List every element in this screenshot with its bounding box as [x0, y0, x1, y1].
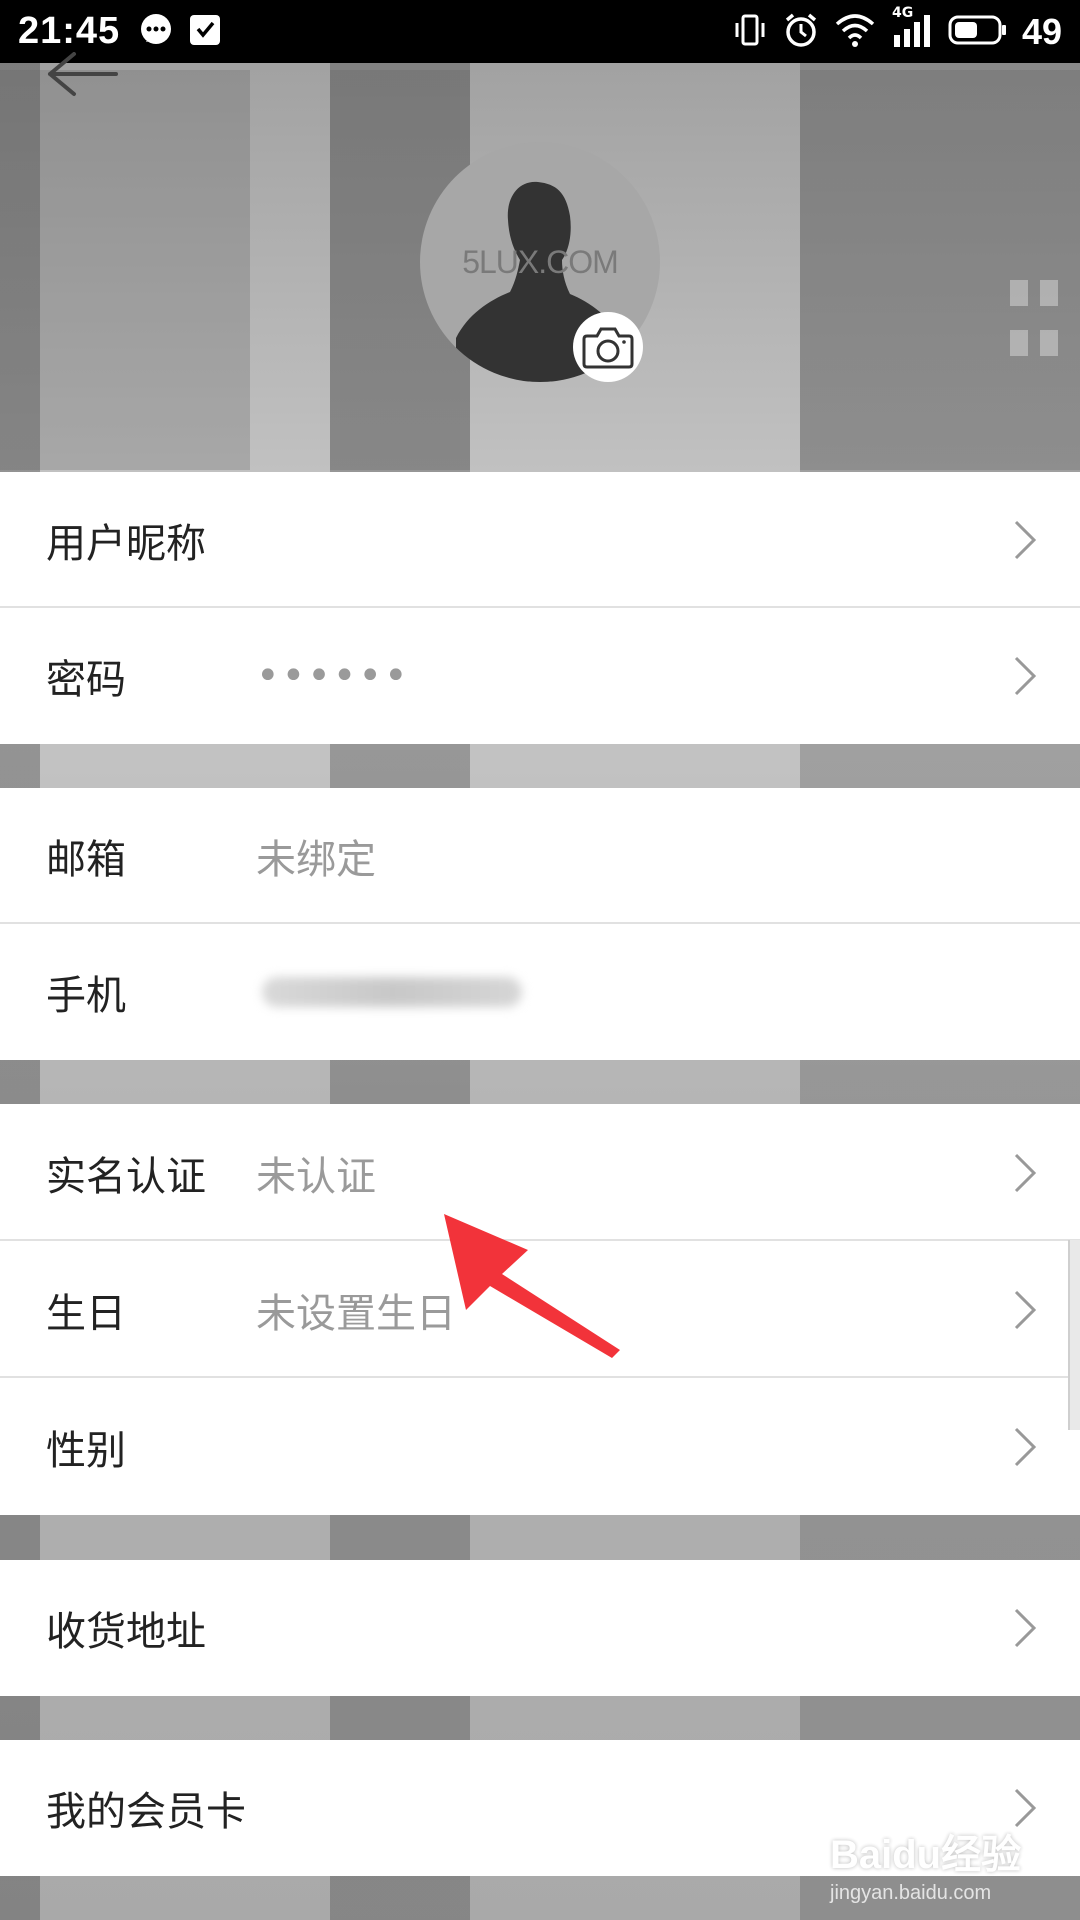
row-shipping-address[interactable]: 收货地址 [0, 1560, 1080, 1696]
row-birthday[interactable]: 生日 未设置生日 [0, 1241, 1080, 1378]
back-button[interactable] [44, 52, 124, 112]
vibrate-icon [732, 12, 768, 52]
status-time: 21:45 [18, 10, 121, 52]
birthday-value: 未设置生日 [256, 1290, 456, 1337]
signal-icon: 4G [890, 5, 934, 53]
row-nickname[interactable]: 用户昵称 [0, 472, 1080, 608]
change-avatar-button[interactable] [573, 312, 643, 382]
shipping-address-label: 收货地址 [46, 1609, 206, 1655]
status-bar: 21:45 4G 49 [0, 0, 1080, 63]
camera-icon [582, 327, 634, 369]
baidu-jingyan-watermark: Baidu经验 jingyan.baidu.com [830, 1822, 1050, 1904]
email-value: 未绑定 [256, 837, 376, 883]
wifi-icon [834, 12, 876, 52]
row-real-name-verification[interactable]: 实名认证 未认证 [0, 1104, 1080, 1241]
battery-level: 49 [1021, 10, 1062, 52]
real-name-label: 实名认证 [46, 1153, 206, 1200]
mailbox-icon [188, 13, 222, 51]
message-icon [138, 12, 174, 52]
real-name-value: 未认证 [256, 1153, 376, 1200]
membership-card-label: 我的会员卡 [46, 1789, 246, 1835]
chevron-right-icon [1014, 656, 1037, 696]
gender-label: 性别 [46, 1427, 126, 1474]
nickname-label: 用户昵称 [46, 521, 206, 567]
chevron-right-icon [1014, 520, 1037, 560]
watermark-brand: Baidu经验 [830, 1833, 1022, 1877]
avatar-section: 5LUX.COM [420, 142, 660, 382]
chevron-right-icon [1014, 1290, 1037, 1329]
back-arrow-icon [48, 52, 118, 96]
network-type-label: 4G [891, 4, 914, 21]
chevron-right-icon [1014, 1153, 1037, 1192]
password-label: 密码 [46, 657, 126, 703]
phone-value-blurred [262, 977, 522, 1007]
row-gender[interactable]: 性别 [0, 1378, 1080, 1515]
battery-icon [948, 13, 1008, 51]
chevron-right-icon [1014, 1608, 1037, 1648]
alarm-icon [782, 11, 820, 53]
row-phone[interactable]: 手机 [0, 924, 1080, 1060]
avatar-watermark: 5LUX.COM [462, 244, 619, 280]
email-label: 邮箱 [46, 837, 126, 883]
phone-label: 手机 [46, 973, 126, 1019]
row-email[interactable]: 邮箱 未绑定 [0, 788, 1080, 924]
row-password[interactable]: 密码 •••••• [0, 608, 1080, 744]
scroll-indicator [1068, 1240, 1080, 1430]
birthday-label: 生日 [46, 1290, 126, 1337]
watermark-url: jingyan.baidu.com [830, 1882, 992, 1904]
chevron-right-icon [1014, 1427, 1037, 1466]
password-value: •••••• [256, 653, 410, 699]
